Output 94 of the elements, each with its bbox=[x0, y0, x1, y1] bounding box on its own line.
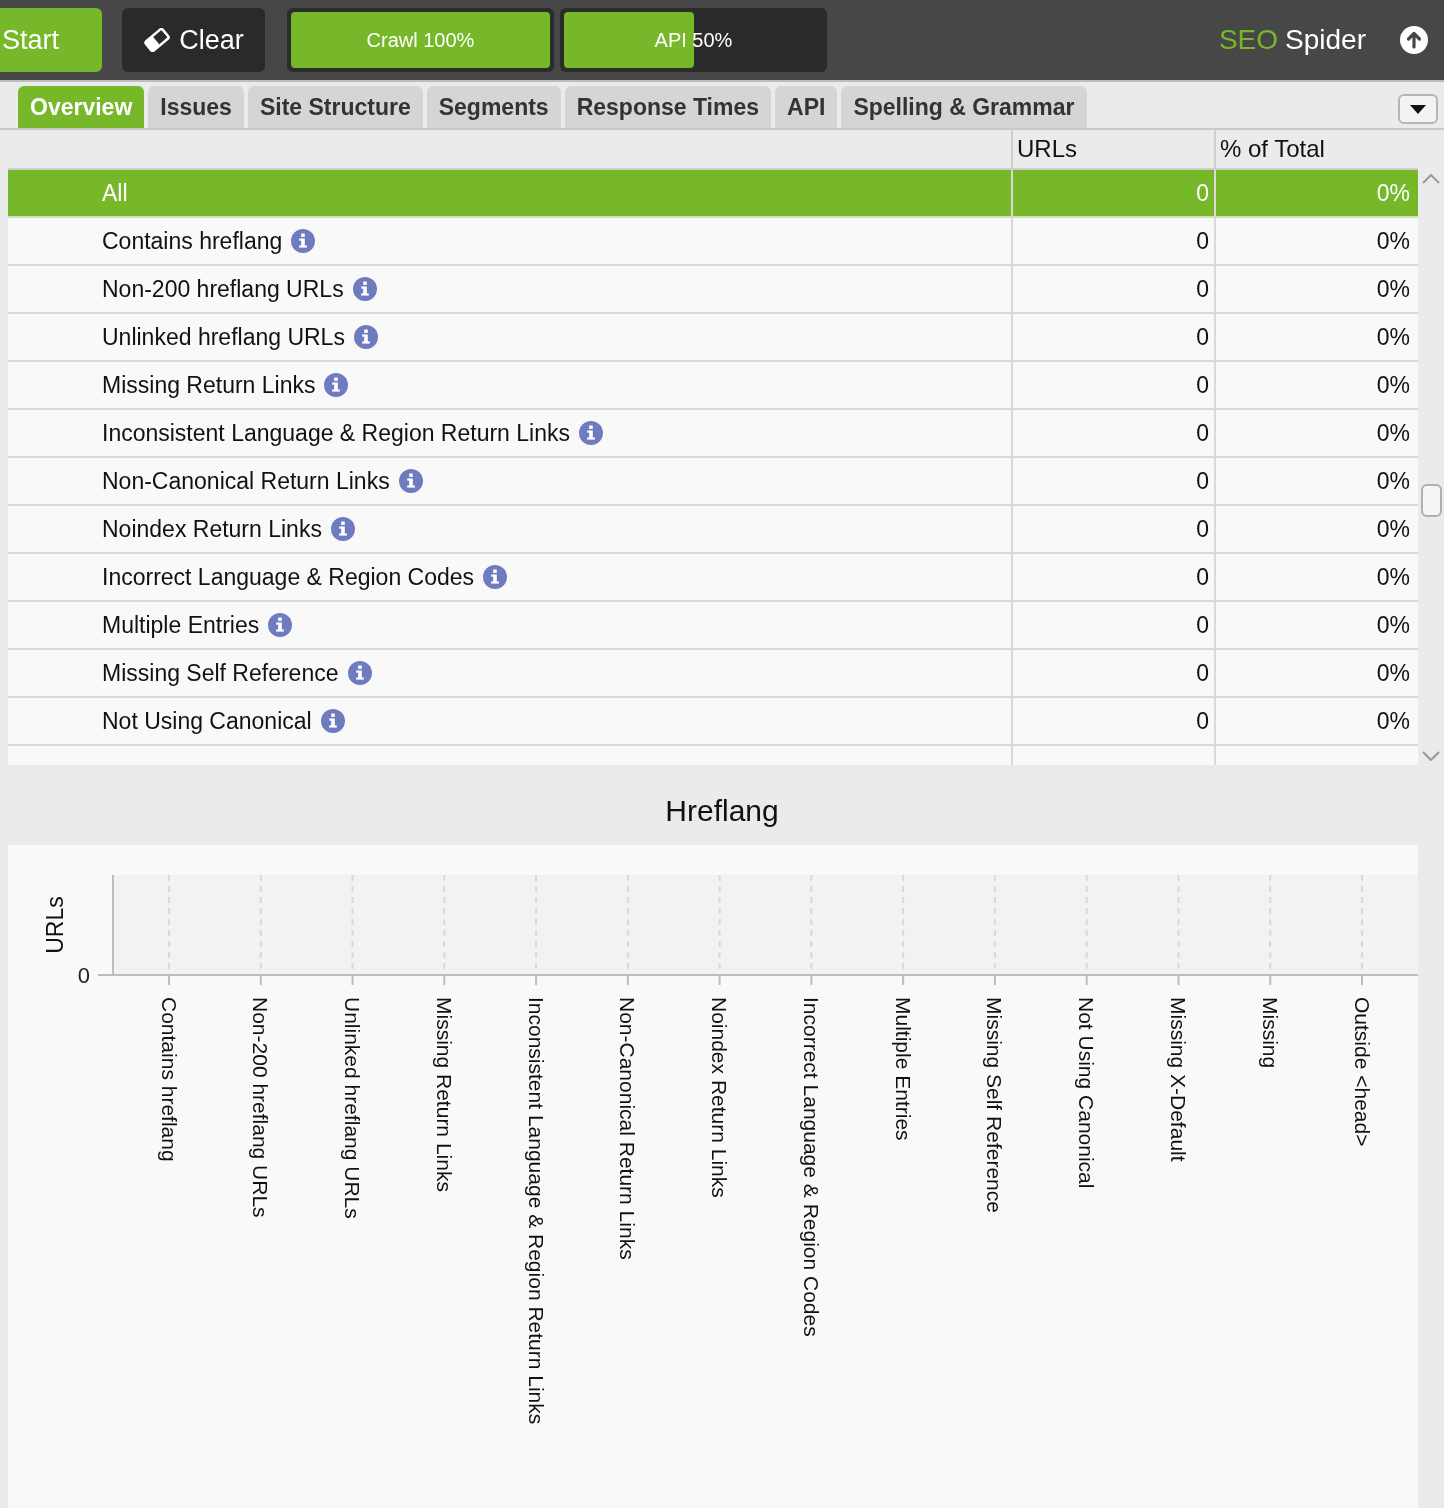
category-label: Missing X-Default bbox=[1166, 997, 1190, 1162]
percent-value: 0% bbox=[1376, 658, 1410, 688]
table-row[interactable]: Non-200 hreflang URLs 0 0% bbox=[8, 266, 1418, 314]
percent-value: 0% bbox=[1376, 370, 1410, 400]
category-label: Inconsistent Language & Region Return Links bbox=[524, 997, 548, 1425]
arrow-up-circle-icon[interactable] bbox=[1400, 26, 1428, 54]
caret-down-icon bbox=[1410, 104, 1426, 114]
category-label: Missing Self Reference bbox=[983, 997, 1007, 1213]
table-row[interactable]: Incorrect Language & Region Codes 0 0% bbox=[8, 554, 1418, 602]
percent-value: 0% bbox=[1376, 178, 1410, 208]
eraser-icon bbox=[143, 28, 172, 52]
dropdown-button[interactable] bbox=[1398, 94, 1438, 124]
row-label: Not Using Canonical bbox=[102, 706, 312, 736]
table-row[interactable]: Missing Self Reference 0 0% bbox=[8, 650, 1418, 698]
info-icon[interactable] bbox=[353, 325, 378, 349]
url-count: 0 bbox=[1196, 466, 1209, 496]
chevron-up-icon[interactable] bbox=[1422, 174, 1440, 184]
info-icon[interactable] bbox=[483, 565, 508, 589]
row-label: Multiple Entries bbox=[102, 610, 260, 640]
table-row[interactable]: Inconsistent Language & Region Return Links 0 0% bbox=[8, 410, 1418, 458]
percent-value: 0% bbox=[1376, 610, 1410, 640]
category-label: Incorrect Language & Region Codes bbox=[799, 997, 823, 1337]
percent-value: 0% bbox=[1376, 418, 1410, 448]
row-label: Incorrect Language & Region Codes bbox=[102, 562, 475, 592]
info-icon[interactable] bbox=[347, 661, 372, 685]
percent-value: 0% bbox=[1376, 274, 1410, 304]
chart-title: Hreflang bbox=[665, 792, 779, 829]
row-label: Missing Return Links bbox=[102, 370, 316, 400]
info-icon[interactable] bbox=[330, 517, 355, 541]
table-row[interactable]: Noindex Return Links 0 0% bbox=[8, 506, 1418, 554]
table-row[interactable]: Unlinked hreflang URLs 0 0% bbox=[8, 314, 1418, 362]
url-count: 0 bbox=[1196, 178, 1209, 208]
category-label: Missing Return Links bbox=[432, 997, 456, 1192]
info-icon[interactable] bbox=[291, 229, 316, 253]
row-label: Inconsistent Language & Region Return Links bbox=[102, 418, 570, 448]
scrollbar-thumb[interactable] bbox=[1420, 484, 1442, 517]
tab[interactable]: Issues bbox=[148, 86, 244, 128]
brand-accent-text: SEO bbox=[1218, 23, 1279, 57]
table-row[interactable]: Multiple Entries 0 0% bbox=[8, 602, 1418, 650]
chevron-down-icon[interactable] bbox=[1422, 751, 1440, 761]
percent-value: 0% bbox=[1376, 562, 1410, 592]
url-count: 0 bbox=[1196, 658, 1209, 688]
category-label: Contains hreflang bbox=[157, 997, 181, 1162]
url-count: 0 bbox=[1196, 274, 1209, 304]
url-count: 0 bbox=[1196, 514, 1209, 544]
table-row[interactable]: Not Using Canonical 0 0% bbox=[8, 698, 1418, 746]
info-icon[interactable] bbox=[320, 709, 345, 733]
clear-button[interactable]: Clear bbox=[122, 8, 265, 72]
info-icon[interactable] bbox=[352, 277, 377, 301]
axis-title: URLs bbox=[42, 896, 68, 954]
percent-value: 0% bbox=[1376, 466, 1410, 496]
row-label: Non-Canonical Return Links bbox=[102, 466, 390, 496]
url-count: 0 bbox=[1196, 610, 1209, 640]
column-header[interactable]: URLs bbox=[1017, 131, 1077, 167]
info-icon[interactable] bbox=[398, 469, 423, 493]
category-label: Non-Canonical Return Links bbox=[616, 997, 640, 1260]
category-label: Noindex Return Links bbox=[708, 997, 732, 1198]
url-count: 0 bbox=[1196, 562, 1209, 592]
table-row[interactable]: Non-Canonical Return Links 0 0% bbox=[8, 458, 1418, 506]
percent-value: 0% bbox=[1376, 226, 1410, 256]
progress-label: Crawl 100% bbox=[366, 28, 475, 53]
url-count: 0 bbox=[1196, 226, 1209, 256]
category-label: Non-200 hreflang URLs bbox=[249, 997, 273, 1218]
row-label: Contains hreflang bbox=[102, 226, 283, 256]
row-label: Noindex Return Links bbox=[102, 514, 322, 544]
info-icon[interactable] bbox=[268, 613, 293, 637]
row-label: All bbox=[102, 178, 128, 208]
column-header[interactable]: % of Total bbox=[1220, 131, 1325, 167]
percent-value: 0% bbox=[1376, 322, 1410, 352]
url-count: 0 bbox=[1196, 706, 1209, 736]
percent-value: 0% bbox=[1376, 706, 1410, 736]
brand-name-text: Spider bbox=[1285, 23, 1366, 57]
category-label: Multiple Entries bbox=[891, 997, 915, 1141]
row-label: Missing Self Reference bbox=[102, 658, 339, 688]
tab[interactable]: Site Structure bbox=[247, 86, 423, 128]
tab[interactable]: Response Times bbox=[564, 86, 772, 128]
row-label: Unlinked hreflang URLs bbox=[102, 322, 345, 352]
table-row[interactable]: Contains hreflang 0 0% bbox=[8, 218, 1418, 266]
info-icon[interactable] bbox=[324, 373, 349, 397]
row-label: Non-200 hreflang URLs bbox=[102, 274, 344, 304]
url-count: 0 bbox=[1196, 322, 1209, 352]
tab[interactable]: Spelling & Grammar bbox=[841, 86, 1087, 128]
tab[interactable]: Segments bbox=[426, 86, 561, 128]
url-count: 0 bbox=[1196, 370, 1209, 400]
category-label: Not Using Canonical bbox=[1075, 997, 1099, 1189]
info-icon[interactable] bbox=[579, 421, 603, 445]
category-label: Outside <head> bbox=[1350, 997, 1374, 1147]
tick-label: 0 bbox=[77, 962, 90, 988]
category-label: Unlinked hreflang URLs bbox=[341, 997, 365, 1219]
tab[interactable]: API bbox=[775, 86, 838, 128]
category-label: Missing bbox=[1258, 997, 1282, 1069]
table-row[interactable]: Missing Return Links 0 0% bbox=[8, 362, 1418, 410]
percent-value: 0% bbox=[1376, 514, 1410, 544]
url-count: 0 bbox=[1196, 418, 1209, 448]
